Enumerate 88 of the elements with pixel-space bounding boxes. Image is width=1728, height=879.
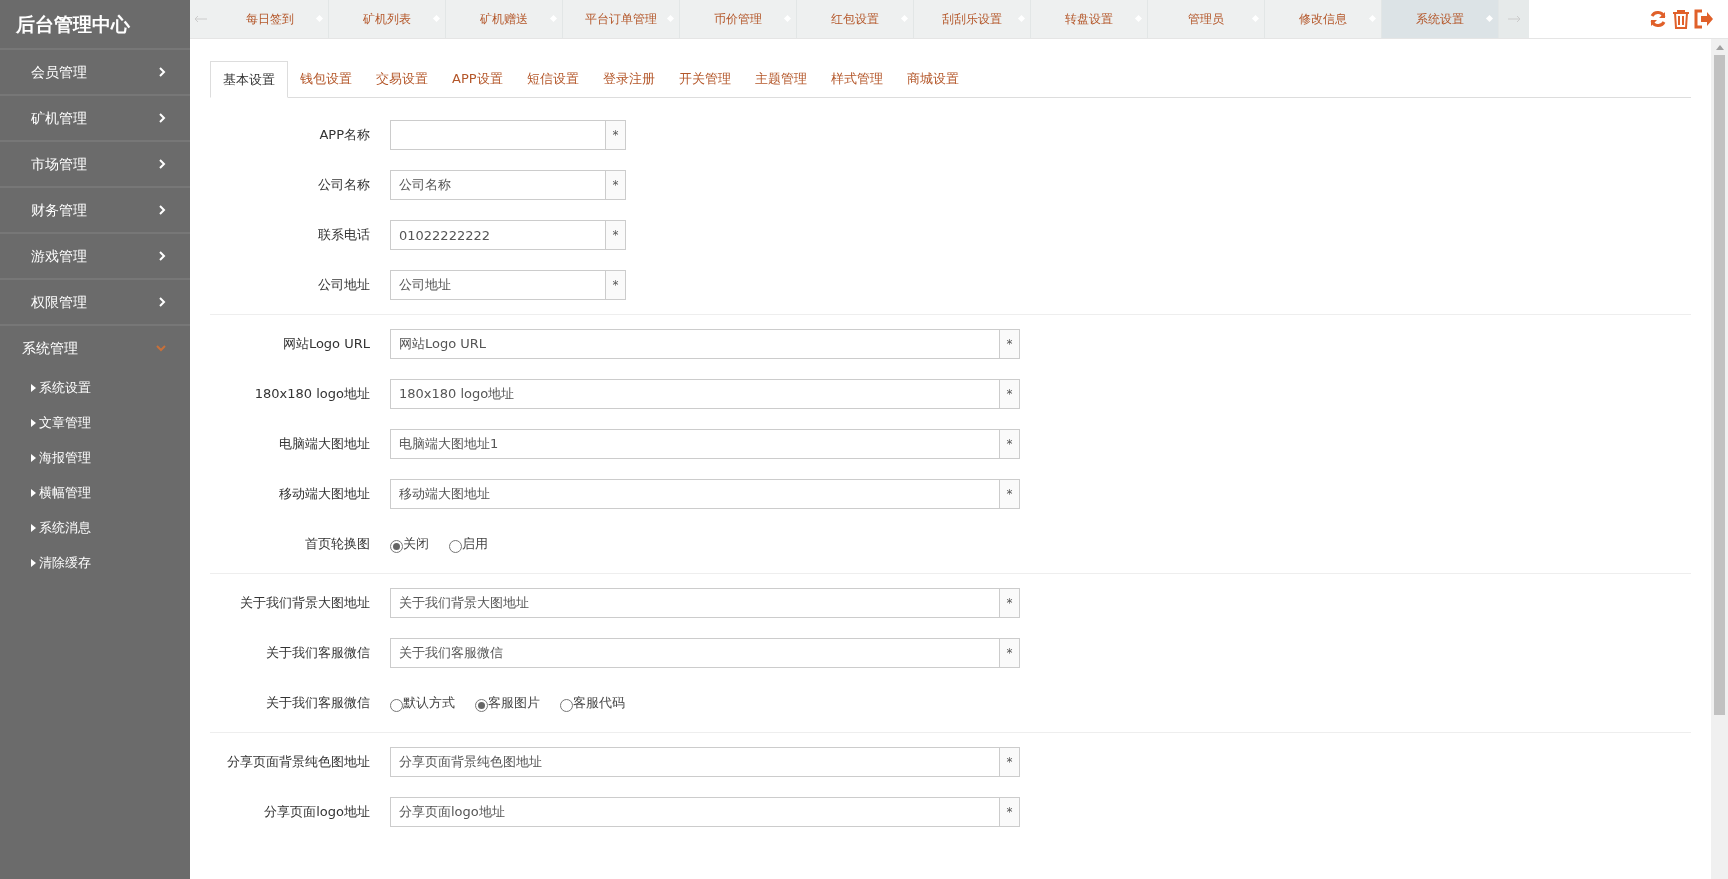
radio-option[interactable]: 默认方式 [390, 693, 455, 713]
app-title: 后台管理中心 [16, 11, 130, 37]
scroll-up-icon[interactable] [1715, 44, 1724, 50]
required-marker: * [1000, 379, 1020, 409]
required-marker: * [1000, 429, 1020, 459]
triangle-right-icon [31, 523, 36, 532]
radio-option[interactable]: 启用 [449, 534, 488, 554]
scrollbar-thumb[interactable] [1714, 55, 1725, 715]
sidebar-subitem[interactable]: 海报管理 [0, 440, 190, 475]
field-label: 关于我们客服微信 [265, 694, 371, 713]
field-label: 首页轮换图 [304, 535, 371, 554]
field-label: 网站Logo URL [281, 335, 371, 354]
settings-tab[interactable]: 钱包设置 [288, 60, 364, 97]
settings-tab[interactable]: 基本设置 [210, 61, 288, 98]
settings-tab[interactable]: 短信设置 [514, 60, 591, 97]
page-tab[interactable]: 系统设置 [1382, 0, 1499, 38]
triangle-right-icon [31, 453, 36, 462]
text-field[interactable]: 分享页面背景纯色图地址 [390, 747, 1000, 777]
required-marker: * [1000, 329, 1020, 359]
triangle-right-icon [31, 383, 36, 392]
text-field[interactable]: 01022222222 [390, 220, 606, 250]
required-marker: * [606, 170, 626, 200]
text-field[interactable] [390, 120, 606, 150]
trash-icon[interactable] [1672, 9, 1690, 29]
settings-tab[interactable]: 交易设置 [364, 60, 440, 97]
radio-option[interactable]: 客服图片 [475, 693, 540, 713]
required-marker: * [1000, 588, 1020, 618]
field-label: 公司地址 [317, 276, 371, 295]
triangle-right-icon [31, 418, 36, 427]
sidebar-item[interactable]: 权限管理 [0, 278, 190, 324]
radio-button[interactable] [390, 539, 403, 553]
field-label: APP名称 [318, 126, 371, 145]
triangle-right-icon [31, 558, 36, 567]
text-field[interactable]: 公司名称 [390, 170, 606, 200]
field-label: 分享页面logo地址 [263, 803, 371, 822]
text-field[interactable]: 电脑端大图地址1 [390, 429, 1000, 459]
required-marker: * [1000, 638, 1020, 668]
field-label: 180x180 logo地址 [253, 385, 371, 404]
field-label: 公司名称 [317, 176, 371, 195]
required-marker: * [1000, 797, 1020, 827]
arrow-left-icon [195, 16, 207, 22]
field-label: 联系电话 [317, 226, 371, 245]
field-label: 电脑端大图地址 [278, 435, 371, 454]
field-label: 分享页面背景纯色图地址 [226, 753, 371, 772]
text-field[interactable]: 180x180 logo地址 [390, 379, 1000, 409]
text-field[interactable]: 移动端大图地址 [390, 479, 1000, 509]
sidebar-item[interactable]: 市场管理 [0, 140, 190, 186]
text-field[interactable]: 网站Logo URL [390, 329, 1000, 359]
required-marker: * [606, 220, 626, 250]
radio-button[interactable] [390, 698, 403, 712]
sidebar-item[interactable]: 系统管理 [0, 324, 190, 370]
refresh-icon[interactable] [1648, 9, 1668, 29]
field-label: 移动端大图地址 [278, 485, 371, 504]
text-field[interactable]: 关于我们背景大图地址 [390, 588, 1000, 618]
radio-button[interactable] [449, 539, 462, 553]
radio-button[interactable] [560, 698, 573, 712]
settings-tab[interactable]: 商城设置 [894, 60, 971, 97]
text-field[interactable]: 分享页面logo地址 [390, 797, 1000, 827]
field-label: 关于我们背景大图地址 [239, 594, 371, 613]
arrow-right-icon [1508, 16, 1520, 22]
scroll-right-button[interactable] [1499, 0, 1529, 38]
sidebar-subitem[interactable]: 文章管理 [0, 405, 190, 440]
radio-option[interactable]: 关闭 [390, 534, 429, 554]
required-marker: * [1000, 747, 1020, 777]
sidebar-subitem[interactable]: 清除缓存 [0, 545, 190, 580]
sidebar-subitem[interactable]: 横幅管理 [0, 475, 190, 510]
text-field[interactable]: 公司地址 [390, 270, 606, 300]
sidebar-subitem[interactable]: 系统消息 [0, 510, 190, 545]
sidebar-item[interactable]: 财务管理 [0, 186, 190, 232]
sidebar-item[interactable]: 矿机管理 [0, 94, 190, 140]
sidebar-subitem[interactable]: 系统设置 [0, 370, 190, 405]
settings-tab[interactable]: 登录注册 [590, 60, 667, 97]
settings-tab[interactable]: APP设置 [440, 60, 515, 97]
triangle-right-icon [31, 488, 36, 497]
text-field[interactable]: 关于我们客服微信 [390, 638, 1000, 668]
settings-tab[interactable]: 开关管理 [666, 60, 743, 97]
logout-icon[interactable] [1694, 9, 1714, 29]
sidebar-item[interactable]: 会员管理 [0, 48, 190, 94]
sidebar-item[interactable]: 游戏管理 [0, 232, 190, 278]
radio-button[interactable] [475, 698, 488, 712]
scrollbar[interactable] [1711, 39, 1728, 879]
required-marker: * [606, 120, 626, 150]
required-marker: * [606, 270, 626, 300]
required-marker: * [1000, 479, 1020, 509]
field-label: 关于我们客服微信 [265, 644, 371, 663]
settings-tab[interactable]: 主题管理 [742, 60, 819, 97]
settings-tab[interactable]: 样式管理 [818, 60, 895, 97]
radio-option[interactable]: 客服代码 [560, 693, 625, 713]
